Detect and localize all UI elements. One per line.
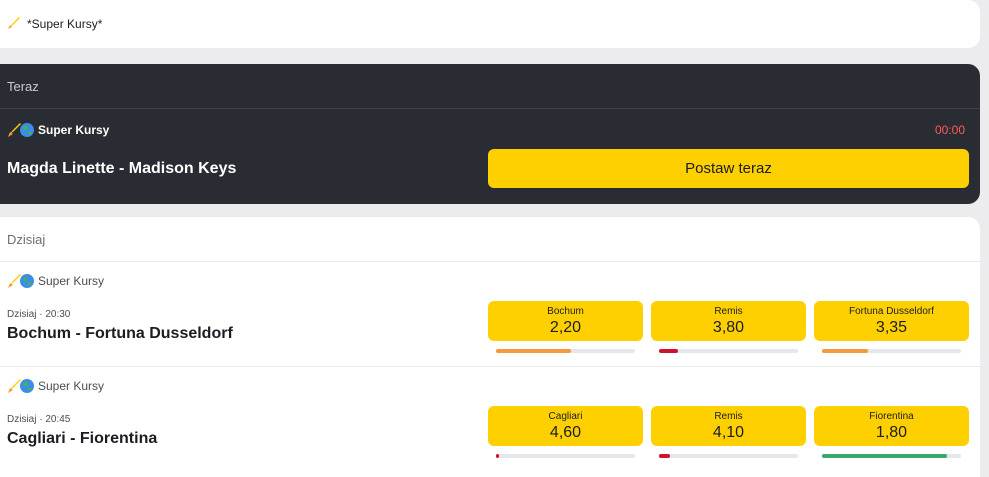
odds-share-bar <box>822 349 961 353</box>
event-time: Dzisiaj · 20:45 <box>7 414 71 425</box>
odds-label: Fortuna Dusseldorf <box>848 306 935 317</box>
odds-value: 1,80 <box>875 424 908 441</box>
odds-button-home[interactable]: Bochum 2,20 <box>488 301 643 341</box>
odds-share-fill <box>496 349 572 353</box>
globe-icon <box>19 122 35 138</box>
super-kursy-header-card: *Super Kursy* <box>0 0 980 48</box>
odds-share-fill <box>659 454 671 458</box>
odds-button-away[interactable]: Fiorentina 1,80 <box>814 406 969 446</box>
today-header: Dzisiaj <box>7 232 46 247</box>
odds-share-bar <box>496 349 635 353</box>
event-time: Dzisiaj · 20:30 <box>7 309 71 320</box>
odds-share-bar <box>659 349 798 353</box>
odds-button-home[interactable]: Cagliari 4,60 <box>488 406 643 446</box>
event-row: Super Kursy Dzisiaj · 20:45 Cagliari - F… <box>0 367 980 471</box>
super-kursy-badge: Super Kursy <box>7 122 109 138</box>
odds-share-bar <box>659 454 798 458</box>
odds-value: 3,80 <box>712 319 745 336</box>
super-kursy-title: *Super Kursy* <box>27 17 103 31</box>
event-match-name[interactable]: Cagliari - Fiorentina <box>7 430 157 448</box>
rocket-icon <box>7 16 21 30</box>
place-bet-button[interactable]: Postaw teraz <box>488 149 969 188</box>
odds-value: 3,35 <box>875 319 908 336</box>
super-kursy-badge: Super Kursy <box>7 378 104 394</box>
live-header: Teraz <box>7 79 39 94</box>
live-match-name[interactable]: Magda Linette - Madison Keys <box>7 160 236 178</box>
odds-label: Bochum <box>547 306 584 317</box>
super-kursy-badge: Super Kursy <box>7 273 104 289</box>
divider <box>0 108 980 109</box>
odds-share-bar <box>496 454 635 458</box>
odds-share-fill <box>822 349 868 353</box>
odds-value: 4,60 <box>549 424 582 441</box>
event-row: Super Kursy Dzisiaj · 20:30 Bochum - For… <box>0 262 980 366</box>
odds-share-fill <box>496 454 499 458</box>
odds-share-fill <box>659 349 679 353</box>
today-section: Dzisiaj Super Kursy Dzisiaj · 20:30 Boch… <box>0 217 980 477</box>
globe-icon <box>19 378 35 394</box>
odds-share-fill <box>822 454 948 458</box>
odds-value: 2,20 <box>549 319 582 336</box>
odds-label: Cagliari <box>548 411 583 422</box>
live-section: Teraz Super Kursy 00:00 Magda Linette - … <box>0 64 980 204</box>
odds-value: 4,10 <box>712 424 745 441</box>
odds-label: Fiorentina <box>869 411 914 422</box>
odds-label: Remis <box>714 306 743 317</box>
badge-label: Super Kursy <box>38 274 105 288</box>
odds-share-bar <box>822 454 961 458</box>
odds-button-draw[interactable]: Remis 3,80 <box>651 301 806 341</box>
badge-label: Super Kursy <box>38 379 105 393</box>
match-timer: 00:00 <box>934 123 965 137</box>
odds-button-away[interactable]: Fortuna Dusseldorf 3,35 <box>814 301 969 341</box>
globe-icon <box>19 273 35 289</box>
badge-label: Super Kursy <box>38 123 110 137</box>
event-match-name[interactable]: Bochum - Fortuna Dusseldorf <box>7 325 233 343</box>
odds-button-draw[interactable]: Remis 4,10 <box>651 406 806 446</box>
odds-label: Remis <box>714 411 743 422</box>
